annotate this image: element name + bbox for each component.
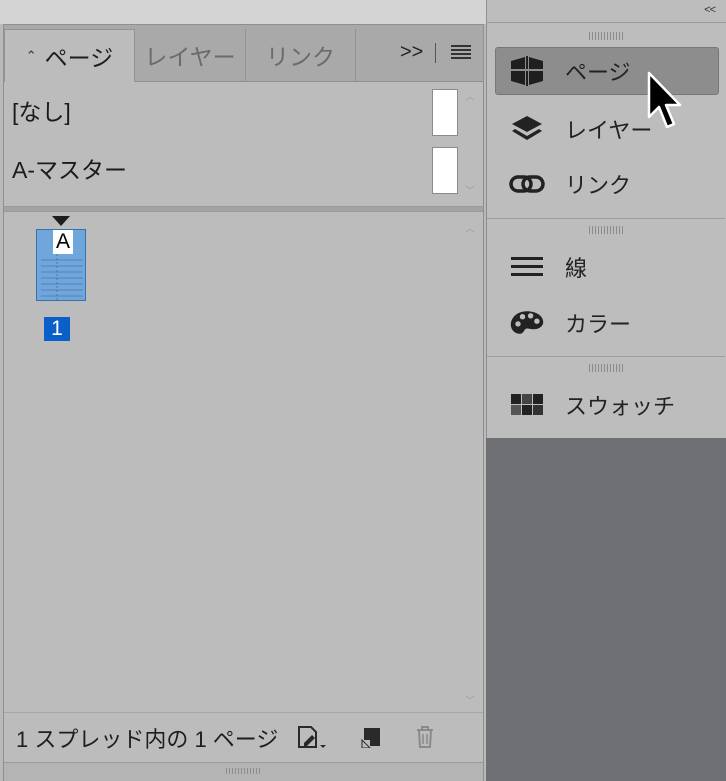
master-label: [なし] [12, 99, 71, 125]
stroke-icon [509, 252, 545, 282]
tab-sort-icon: ⌃ [25, 48, 37, 63]
dock-item-stroke[interactable]: 線 [487, 242, 725, 292]
dock-group-grip[interactable] [589, 364, 625, 372]
master-item-a[interactable]: A-マスター [4, 140, 459, 196]
master-thumb-none[interactable] [432, 89, 458, 136]
panel-resize-grip[interactable] [4, 762, 483, 781]
tab-layers-label: レイヤー [144, 44, 236, 70]
dock-item-pages[interactable]: ページ [495, 47, 719, 95]
expand-dock-button[interactable]: << [704, 4, 716, 16]
dock-item-color[interactable]: カラー [487, 298, 725, 348]
tab-divider [435, 43, 436, 63]
page-master-prefix: A [53, 230, 73, 254]
panel-menu-icon[interactable] [451, 45, 471, 59]
tab-pages[interactable]: ⌃ ページ [4, 29, 135, 82]
dock-item-label: ページ [565, 60, 631, 85]
new-page-icon[interactable] [360, 726, 382, 754]
color-palette-icon [509, 308, 545, 338]
dock-item-label: カラー [565, 312, 632, 337]
dock-item-label: リンク [565, 173, 632, 198]
master-item-none[interactable]: [なし] [4, 82, 459, 138]
collapsed-panel-dock: << ページ レイヤー リンク 線 カラー スウォッチ [486, 0, 726, 438]
tab-overflow-button[interactable]: >> [400, 41, 423, 64]
dock-item-label: スウォッチ [565, 394, 676, 419]
master-thumb-a[interactable] [432, 147, 458, 194]
panel-title-strip[interactable] [0, 0, 486, 24]
tab-layers[interactable]: レイヤー [135, 29, 246, 81]
delete-page-icon[interactable] [414, 725, 436, 755]
scroll-up-arrow[interactable]: ︿ [465, 88, 475, 103]
dock-item-layers[interactable]: レイヤー [487, 104, 725, 154]
page-number-label[interactable]: 1 [44, 317, 70, 341]
dock-item-label: レイヤー [565, 118, 653, 143]
dock-item-label: 線 [565, 256, 588, 281]
scroll-down-arrow[interactable]: ﹀ [465, 182, 475, 197]
tab-links-label: リンク [266, 44, 335, 70]
pages-panel: ⌃ ページ レイヤー リンク >> [なし] A-マスター ︿ ﹀ ︿ A 1 … [0, 0, 486, 781]
mouse-cursor-icon [646, 70, 682, 137]
pages-icon [509, 56, 545, 86]
dock-separator [487, 356, 725, 357]
scroll-down-arrow[interactable]: ﹀ [465, 692, 475, 707]
current-page-indicator-icon [52, 216, 70, 226]
swatches-icon [509, 390, 545, 420]
dock-group-grip[interactable] [589, 32, 625, 40]
links-icon [509, 169, 545, 199]
dock-header: << [487, 0, 726, 23]
grip-dots [226, 768, 262, 774]
page-count-status: 1 スプレッド内の 1 ページ [16, 727, 279, 752]
tab-links[interactable]: リンク [246, 29, 356, 81]
panel-status-bar: 1 スプレッド内の 1 ページ [4, 712, 483, 763]
layers-icon [509, 114, 545, 144]
dock-item-swatches[interactable]: スウォッチ [487, 380, 725, 430]
dock-group-grip[interactable] [589, 226, 625, 234]
page-thumbnail[interactable]: A [36, 229, 86, 301]
masters-pages-divider[interactable] [4, 206, 483, 212]
panel-tab-bar: ⌃ ページ レイヤー リンク >> [4, 25, 483, 82]
edit-page-size-icon[interactable] [296, 725, 326, 755]
master-label: A-マスター [12, 157, 127, 183]
dock-separator [487, 218, 725, 219]
tab-pages-label: ページ [44, 45, 114, 71]
dock-item-links[interactable]: リンク [487, 159, 725, 209]
scroll-up-arrow[interactable]: ︿ [465, 220, 475, 235]
